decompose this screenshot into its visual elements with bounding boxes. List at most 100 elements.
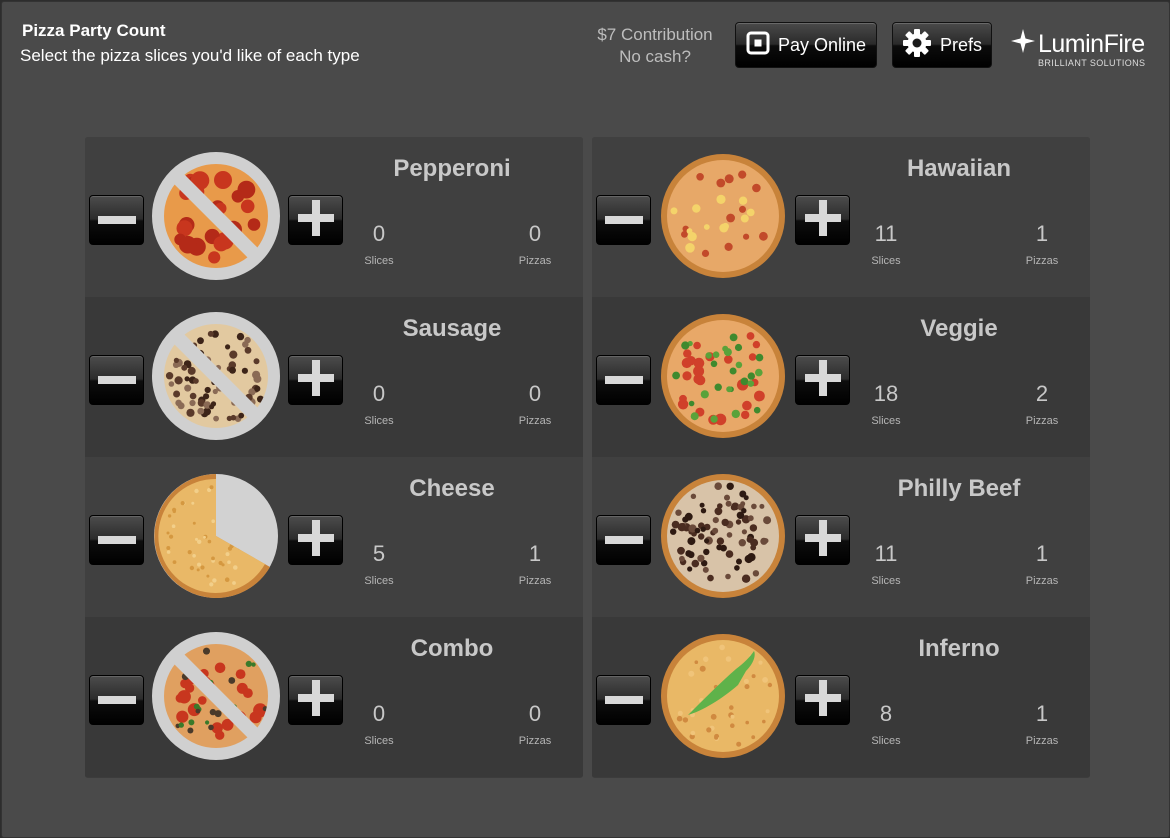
pizza-name: Philly Beef [897, 475, 1021, 502]
increment-philly-beef-button[interactable] [795, 515, 850, 565]
pizza-veggie-image[interactable] [658, 311, 788, 441]
pizza-name: Hawaiian [906, 155, 1012, 182]
minus-icon [604, 371, 643, 389]
pizza-inferno-image[interactable] [658, 631, 788, 761]
decrement-sausage-button[interactable] [89, 355, 144, 405]
pizza-count: 1 [1035, 221, 1049, 246]
pizza-name: Cheese [409, 475, 495, 502]
plus-icon [804, 519, 841, 561]
pizza-name: Pepperoni [393, 155, 511, 182]
logo-tagline: BRILLIANT SOLUTIONS [1038, 58, 1146, 68]
increment-combo-button[interactable] [288, 675, 343, 725]
pizza-row-cheese: Cheese 5 1 Slices Pizzas [85, 457, 583, 617]
minus-icon [604, 531, 643, 549]
slices-label: Slices [364, 575, 394, 587]
pizzas-label: Pizzas [518, 255, 552, 267]
pizza-panel-left: Pepperoni 0 0 Slices Pizzas Sausage 0 0 Slices Pi… [85, 137, 583, 778]
app-window: Pizza Party Count Select the pizza slice… [1, 1, 1170, 838]
plus-icon [804, 199, 841, 241]
gear-icon [902, 28, 932, 63]
slice-count: 0 [372, 701, 386, 726]
increment-cheese-button[interactable] [288, 515, 343, 565]
decrement-veggie-button[interactable] [596, 355, 651, 405]
logo-text: LuminFire [1038, 30, 1145, 58]
luminfire-logo: LuminFire BRILLIANT SOLUTIONS [1010, 28, 1145, 68]
decrement-cheese-button[interactable] [89, 515, 144, 565]
pizza-row-sausage: Sausage 0 0 Slices Pizzas [85, 297, 583, 457]
plus-icon [297, 519, 334, 561]
pizza-sausage-image[interactable] [151, 311, 281, 441]
decrement-philly-beef-button[interactable] [596, 515, 651, 565]
slice-count: 18 [873, 381, 899, 406]
increment-sausage-button[interactable] [288, 355, 343, 405]
increment-inferno-button[interactable] [795, 675, 850, 725]
pizza-row-hawaiian: Hawaiian 11 1 Slices Pizzas [592, 137, 1090, 297]
pizza-row-combo: Combo 0 0 Slices Pizzas [85, 617, 583, 777]
contribution-info: $7 Contribution No cash? [582, 24, 728, 68]
minus-icon [97, 531, 136, 549]
app-title: Pizza Party Count [22, 21, 166, 40]
pizzas-label: Pizzas [1025, 735, 1059, 747]
pizza-row-inferno: Inferno 8 1 Slices Pizzas [592, 617, 1090, 777]
minus-icon [604, 211, 643, 229]
no-cash-text: No cash? [619, 47, 691, 66]
pizza-hawaiian-image[interactable] [658, 151, 788, 281]
slices-label: Slices [364, 415, 394, 427]
slices-label: Slices [871, 415, 901, 427]
prefs-label: Prefs [939, 34, 982, 55]
pizza-combo-image[interactable] [151, 631, 281, 761]
slice-count: 5 [372, 541, 386, 566]
pizzas-label: Pizzas [1025, 415, 1059, 427]
pizzas-label: Pizzas [1025, 255, 1059, 267]
pay-online-button[interactable]: Pay Online [735, 22, 877, 68]
plus-icon [297, 679, 334, 721]
pizza-row-pepperoni: Pepperoni 0 0 Slices Pizzas [85, 137, 583, 297]
slice-count: 11 [874, 541, 898, 566]
pizza-count: 0 [528, 701, 542, 726]
pizza-name: Sausage [402, 315, 502, 342]
square-pay-icon [746, 31, 770, 60]
slice-count: 0 [372, 381, 386, 406]
pizzas-label: Pizzas [518, 415, 552, 427]
slice-count: 11 [874, 221, 898, 246]
pizza-panel-right: Hawaiian 11 1 Slices Pizzas Veggie 18 2 Slices Pi… [592, 137, 1090, 778]
plus-icon [804, 679, 841, 721]
pizza-name: Combo [410, 635, 494, 662]
prefs-button[interactable]: Prefs [892, 22, 992, 68]
minus-icon [97, 691, 136, 709]
decrement-hawaiian-button[interactable] [596, 195, 651, 245]
pizza-count: 1 [1035, 701, 1049, 726]
increment-hawaiian-button[interactable] [795, 195, 850, 245]
pizzas-label: Pizzas [1025, 575, 1059, 587]
decrement-pepperoni-button[interactable] [89, 195, 144, 245]
plus-icon [297, 199, 334, 241]
pay-online-label: Pay Online [777, 34, 867, 55]
pizza-philly-beef-image[interactable] [658, 471, 788, 601]
pizza-row-veggie: Veggie 18 2 Slices Pizzas [592, 297, 1090, 457]
pizza-pepperoni-image[interactable] [151, 151, 281, 281]
sparkle-icon [1010, 28, 1036, 61]
pizzas-label: Pizzas [518, 735, 552, 747]
increment-pepperoni-button[interactable] [288, 195, 343, 245]
pizza-count: 1 [1035, 541, 1049, 566]
pizza-count: 0 [528, 381, 542, 406]
slices-label: Slices [871, 255, 901, 267]
decrement-inferno-button[interactable] [596, 675, 651, 725]
slice-count: 0 [372, 221, 386, 246]
pizza-row-philly-beef: Philly Beef 11 1 Slices Pizzas [592, 457, 1090, 617]
slices-label: Slices [871, 575, 901, 587]
plus-icon [804, 359, 841, 401]
app-subtitle: Select the pizza slices you'd like of ea… [20, 46, 360, 65]
pizza-name: Veggie [920, 315, 998, 342]
pizza-name: Inferno [918, 635, 1000, 662]
slices-label: Slices [364, 735, 394, 747]
pizzas-label: Pizzas [518, 575, 552, 587]
decrement-combo-button[interactable] [89, 675, 144, 725]
minus-icon [97, 211, 136, 229]
slice-count: 8 [879, 701, 893, 726]
minus-icon [604, 691, 643, 709]
plus-icon [297, 359, 334, 401]
pizza-cheese-image[interactable] [151, 471, 281, 601]
minus-icon [97, 371, 136, 389]
increment-veggie-button[interactable] [795, 355, 850, 405]
